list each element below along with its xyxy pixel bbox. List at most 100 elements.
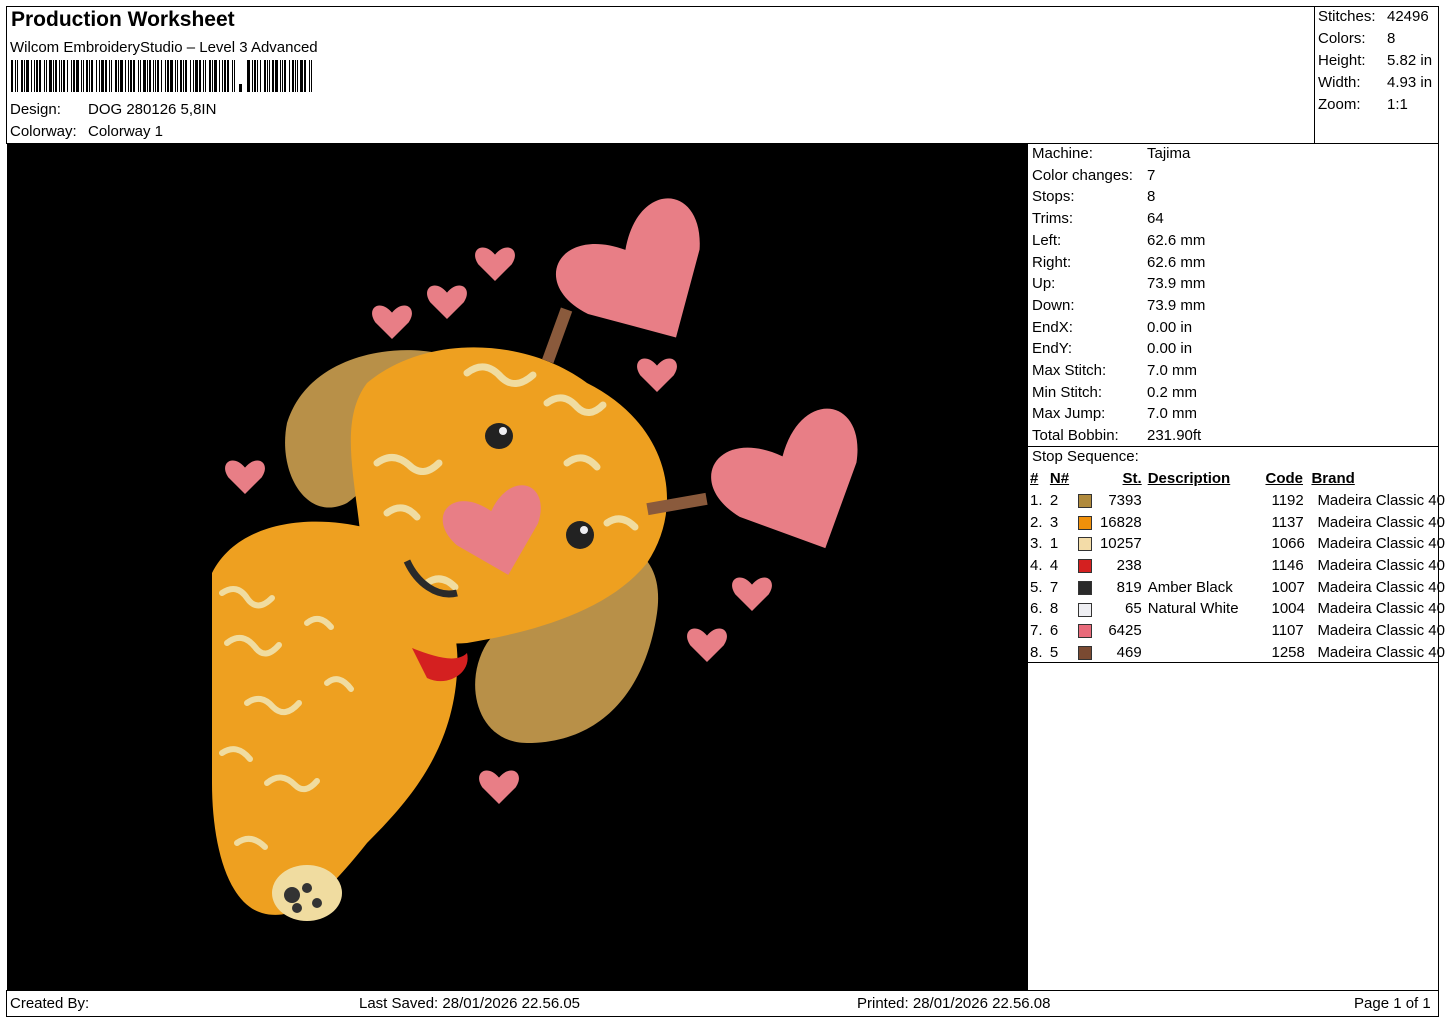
- stitches-value: 42496: [1387, 8, 1429, 25]
- zoom-value: 1:1: [1387, 96, 1408, 113]
- machine-info-row: Trims: 64: [1032, 208, 1205, 230]
- needle-num: 4: [1049, 557, 1059, 575]
- info-label: Right:: [1032, 253, 1072, 271]
- info-value: 7.0 mm: [1147, 362, 1198, 380]
- color-swatch: [1077, 515, 1092, 530]
- color-swatch-cell: [1077, 533, 1096, 555]
- info-label: Left:: [1032, 231, 1062, 249]
- color-swatch-cell: [1077, 490, 1096, 512]
- color-swatch: [1077, 645, 1092, 660]
- thread-description: [1142, 533, 1256, 555]
- machine-info-row: Down: 73.9 mm: [1032, 295, 1205, 317]
- printed-date: Printed: 28/01/2026 22.56.08: [857, 995, 1051, 1012]
- stop-num: 1.: [1030, 492, 1043, 510]
- machine-info-row: Total Bobbin: 231.90ft: [1032, 425, 1205, 447]
- machine-info-row: Right: 62.6 mm: [1032, 252, 1205, 274]
- info-label: Stops:: [1032, 188, 1075, 206]
- height-label: Height:: [1318, 52, 1366, 69]
- last-saved: Last Saved: 28/01/2026 22.56.05: [359, 995, 581, 1012]
- table-row: 6. 8 65 Natural White 1004 Madeira Classic 40: [1030, 598, 1445, 620]
- machine-info-row: Min Stitch: 0.2 mm: [1032, 382, 1205, 404]
- machine-info-row: Machine: Tajima: [1032, 143, 1205, 165]
- machine-info-row: Up: 73.9 mm: [1032, 273, 1205, 295]
- info-value: 0.00 in: [1147, 318, 1193, 336]
- machine-info-row: Color changes: 7: [1032, 165, 1205, 187]
- stop-sequence-table: # N# St. Description Code Brand 1. 2 7393 1…: [1030, 468, 1445, 663]
- machine-info: Machine: Tajima Color changes: 7 Stops: 8 Trim…: [1032, 143, 1205, 447]
- col-brand: Brand: [1311, 470, 1355, 488]
- thread-code: 1137: [1271, 513, 1304, 531]
- stop-sequence-title: Stop Sequence:: [1032, 448, 1139, 465]
- color-swatch-cell: [1077, 642, 1096, 664]
- table-row: 4. 4 238 1146 Madeira Classic 40: [1030, 555, 1445, 577]
- stitches-label: Stitches:: [1318, 8, 1376, 25]
- machine-info-row: Left: 62.6 mm: [1032, 230, 1205, 252]
- thread-brand: Madeira Classic 40: [1317, 535, 1445, 553]
- created-by: Created By:: [10, 995, 90, 1012]
- info-label: Total Bobbin:: [1032, 427, 1119, 445]
- colorway-value: Colorway 1: [88, 123, 164, 140]
- thread-code: 1146: [1271, 557, 1304, 575]
- col-description: Description: [1147, 470, 1231, 488]
- thread-brand: Madeira Classic 40: [1317, 492, 1445, 510]
- color-swatch-cell: [1077, 576, 1096, 598]
- info-label: EndY:: [1032, 340, 1073, 358]
- thread-description: [1142, 511, 1256, 533]
- info-value: 8: [1147, 188, 1156, 206]
- machine-info-row: EndX: 0.00 in: [1032, 317, 1205, 339]
- thread-brand: Madeira Classic 40: [1317, 622, 1445, 640]
- thread-description: [1142, 620, 1256, 642]
- info-label: Max Stitch:: [1032, 362, 1107, 380]
- info-value: 64: [1147, 210, 1164, 228]
- needle-num: 7: [1049, 578, 1059, 596]
- thread-brand: Madeira Classic 40: [1317, 643, 1445, 661]
- col-st: St.: [1122, 470, 1142, 488]
- thread-brand: Madeira Classic 40: [1317, 600, 1445, 618]
- info-label: Down:: [1032, 296, 1075, 314]
- stitch-count: 819: [1116, 578, 1142, 596]
- color-swatch-cell: [1077, 511, 1096, 533]
- table-row: 3. 1 10257 1066 Madeira Classic 40: [1030, 533, 1445, 555]
- stop-num: 2.: [1030, 513, 1043, 531]
- color-swatch: [1077, 559, 1092, 574]
- stitch-count: 16828: [1099, 513, 1142, 531]
- info-value: 0.00 in: [1147, 340, 1193, 358]
- needle-num: 8: [1049, 600, 1059, 618]
- stitch-count: 6425: [1108, 622, 1142, 640]
- page-title: Production Worksheet: [11, 8, 235, 31]
- table-row: 1. 2 7393 1192 Madeira Classic 40: [1030, 490, 1445, 512]
- stop-num: 6.: [1030, 600, 1043, 618]
- thread-brand: Madeira Classic 40: [1317, 578, 1445, 596]
- info-value: 7.0 mm: [1147, 405, 1198, 423]
- col-num: #: [1030, 470, 1039, 488]
- info-label: EndX:: [1032, 318, 1073, 336]
- needle-num: 3: [1049, 513, 1059, 531]
- machine-info-row: EndY: 0.00 in: [1032, 338, 1205, 360]
- needle-num: 2: [1049, 492, 1059, 510]
- machine-info-row: Max Jump: 7.0 mm: [1032, 403, 1205, 425]
- col-n: N#: [1049, 470, 1070, 488]
- colors-label: Colors:: [1318, 30, 1366, 47]
- footer-panel: [6, 990, 1439, 1017]
- info-value: 73.9 mm: [1147, 296, 1206, 314]
- info-value: 7: [1147, 166, 1156, 184]
- color-swatch: [1077, 494, 1092, 509]
- colorway-label: Colorway:: [10, 123, 77, 140]
- thread-description: [1142, 555, 1256, 577]
- thread-code: 1192: [1271, 492, 1304, 510]
- color-swatch: [1077, 624, 1092, 639]
- color-swatch-cell: [1077, 620, 1096, 642]
- table-row: 8. 5 469 1258 Madeira Classic 40: [1030, 642, 1445, 664]
- thread-code: 1007: [1271, 578, 1305, 596]
- stop-num: 4.: [1030, 557, 1043, 575]
- info-label: Up:: [1032, 275, 1056, 293]
- machine-info-row: Stops: 8: [1032, 186, 1205, 208]
- stop-num: 7.: [1030, 622, 1043, 640]
- info-value: Tajima: [1147, 145, 1191, 162]
- info-label: Max Jump:: [1032, 405, 1106, 423]
- design-row: Design: DOG 280126 5,8IN: [10, 101, 216, 118]
- stop-num: 8.: [1030, 643, 1043, 661]
- info-value: 231.90ft: [1147, 427, 1202, 445]
- needle-num: 5: [1049, 643, 1059, 661]
- colors-value: 8: [1387, 30, 1396, 47]
